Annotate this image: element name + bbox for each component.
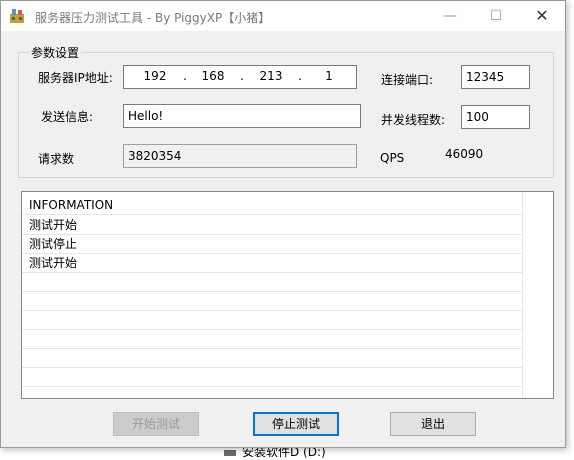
maximize-button[interactable]: ☐	[473, 1, 519, 31]
log-list[interactable]: INFORMATION 测试开始 测试停止 测试开始	[21, 191, 554, 399]
column-separator	[522, 192, 523, 398]
list-row-empty	[22, 311, 522, 330]
list-item[interactable]: 测试开始	[22, 254, 522, 273]
qps-label: QPS	[380, 151, 405, 165]
port-label: 连接端口:	[381, 73, 434, 87]
list-item[interactable]: 测试停止	[22, 235, 522, 254]
list-row-empty	[22, 273, 522, 292]
list-row-empty	[22, 330, 522, 349]
server-ip-input[interactable]: 192 . 168 . 213 . 1	[123, 65, 357, 89]
app-icon	[10, 9, 24, 23]
list-item[interactable]: 测试开始	[22, 216, 522, 235]
window-title: 服务器压力测试工具 - By PiggyXP【小猪】	[35, 11, 271, 25]
params-group-title: 参数设置	[29, 44, 82, 61]
message-input[interactable]: Hello!	[123, 104, 361, 128]
drive-icon	[224, 449, 236, 456]
ip-octet-4[interactable]: 1	[312, 69, 346, 83]
start-test-button[interactable]: 开始测试	[113, 412, 199, 436]
message-label: 发送信息:	[41, 110, 94, 124]
threads-input[interactable]: 100	[461, 105, 530, 129]
title-bar[interactable]: 服务器压力测试工具 - By PiggyXP【小猪】 — ☐ ✕	[1, 1, 565, 31]
ip-dot: .	[298, 69, 302, 83]
threads-label: 并发线程数:	[381, 113, 446, 127]
minimize-button[interactable]: —	[427, 1, 473, 31]
requests-label: 请求数	[38, 152, 75, 166]
ip-octet-1[interactable]: 192	[138, 69, 172, 83]
app-window: 服务器压力测试工具 - By PiggyXP【小猪】 — ☐ ✕ 参数设置 服务…	[0, 0, 566, 448]
stop-test-button[interactable]: 停止测试	[253, 412, 339, 436]
ip-dot: .	[240, 69, 244, 83]
list-row-empty	[22, 292, 522, 311]
ip-octet-3[interactable]: 213	[254, 69, 288, 83]
server-ip-label: 服务器IP地址:	[38, 71, 113, 85]
ip-octet-2[interactable]: 168	[196, 69, 230, 83]
close-button[interactable]: ✕	[519, 1, 565, 31]
background-window-edge	[568, 40, 574, 90]
qps-value: 46090	[445, 147, 484, 161]
requests-value: 3820354	[123, 144, 357, 168]
exit-button[interactable]: 退出	[390, 412, 476, 436]
port-input[interactable]: 12345	[461, 65, 530, 89]
ip-dot: .	[183, 69, 187, 83]
list-row-empty	[22, 368, 522, 387]
list-item[interactable]: INFORMATION	[22, 196, 522, 215]
list-row-empty	[22, 349, 522, 368]
